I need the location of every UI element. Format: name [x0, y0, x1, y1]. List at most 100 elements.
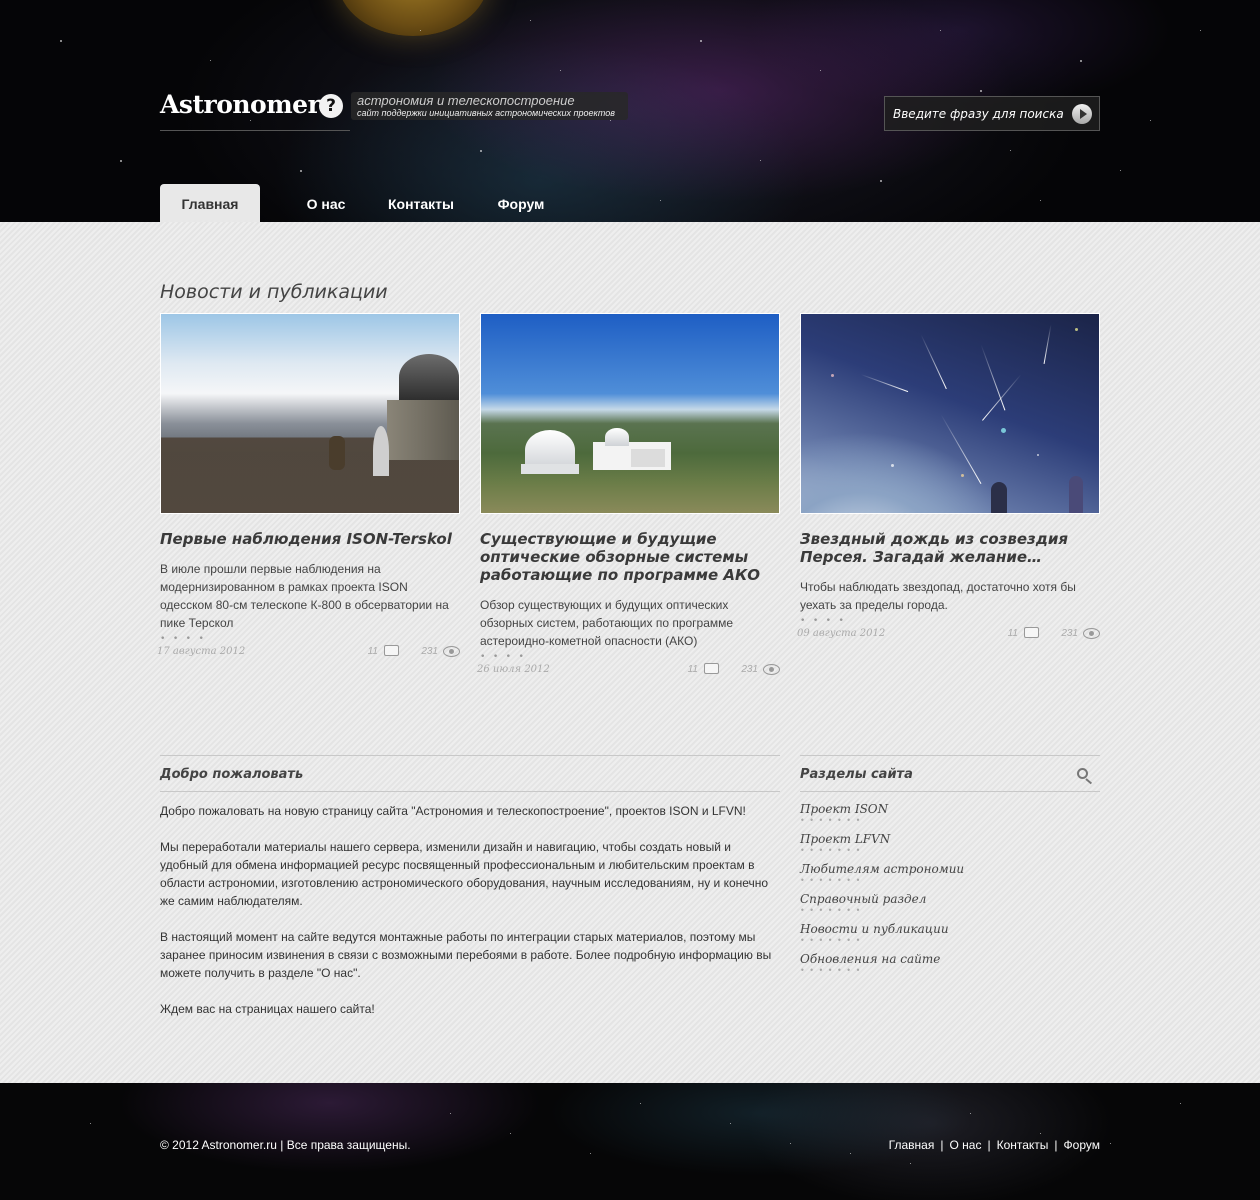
- star-decoration: [1080, 60, 1082, 62]
- welcome-paragraph: Добро пожаловать на новую страницу сайта…: [160, 804, 746, 818]
- star-decoration: [880, 180, 882, 182]
- star-decoration: [760, 160, 761, 161]
- site-logo[interactable]: Astronomer: [160, 90, 321, 119]
- welcome-title: Добро пожаловать: [160, 767, 304, 782]
- star-decoration: [700, 40, 702, 42]
- footer-link-forum[interactable]: Форум: [1064, 1138, 1100, 1152]
- main-content: Новости и публикации Первые наблюдения I…: [0, 222, 1260, 1083]
- news-text: В июле прошли первые наблюдения на модер…: [160, 562, 449, 630]
- search-arrow-icon[interactable]: [1072, 104, 1092, 124]
- star-decoration: [530, 20, 531, 21]
- star-decoration: [60, 40, 62, 42]
- section-link-amateurs[interactable]: Любителям астрономии • • • • • • •: [800, 862, 1100, 892]
- news-title[interactable]: Звездный дождь из созвездия Персея. Зага…: [800, 530, 1100, 566]
- news-image-meteor-shower[interactable]: [800, 313, 1100, 514]
- divider: [160, 755, 780, 756]
- star-decoration: [1040, 200, 1041, 201]
- tagline-sub: сайт поддержки инициативных астрономичес…: [357, 108, 615, 118]
- comments-count: 11: [1007, 628, 1018, 639]
- star-decoration: [560, 70, 561, 71]
- footer-separator: |: [940, 1138, 944, 1152]
- dots-divider: • • • •: [800, 616, 845, 626]
- news-meta: 26 июля 2012 11 231: [477, 663, 780, 682]
- footer-link-contacts[interactable]: Контакты: [997, 1138, 1049, 1152]
- section-link-updates[interactable]: Обновления на сайте • • • • • • •: [800, 952, 1100, 982]
- site-header: Astronomer ? астрономия и телескопострое…: [0, 0, 1260, 222]
- news-image-observatory-domes[interactable]: [480, 313, 780, 514]
- star-decoration: [910, 1163, 911, 1164]
- star-decoration: [820, 70, 821, 71]
- eye-icon: [1083, 628, 1100, 639]
- welcome-paragraph: Ждем вас на страницах нашего сайта!: [160, 1002, 375, 1016]
- site-tagline: астрономия и телескопостроение сайт подд…: [351, 92, 628, 120]
- magnifier-icon[interactable]: [1077, 768, 1088, 779]
- news-text: Чтобы наблюдать звездопад, достаточно хо…: [800, 580, 1076, 612]
- star-decoration: [1040, 1133, 1041, 1134]
- section-link-news[interactable]: Новости и публикации • • • • • • •: [800, 922, 1100, 952]
- dots-divider: • • • •: [480, 652, 525, 662]
- sections-list: Проект ISON • • • • • • • Проект LFVN • • …: [800, 802, 1100, 982]
- search-input[interactable]: [893, 106, 1063, 122]
- divider: [800, 755, 1100, 756]
- comment-bubble-icon[interactable]: [1024, 627, 1039, 638]
- eye-icon: [443, 646, 460, 657]
- star-decoration: [1150, 120, 1151, 121]
- news-card: Первые наблюдения ISON-Terskol В июле пр…: [157, 313, 460, 664]
- news-section-title: Новости и публикации: [160, 281, 388, 303]
- star-decoration: [240, 1143, 241, 1144]
- news-date: 26 июля 2012: [477, 664, 550, 675]
- views-count: 231: [421, 646, 438, 657]
- nav-item-contacts[interactable]: Контакты: [382, 184, 460, 222]
- star-decoration: [210, 60, 211, 61]
- news-card: Существующие и будущие оптические обзорн…: [477, 313, 780, 682]
- comment-bubble-icon[interactable]: [704, 663, 719, 674]
- star-decoration: [660, 200, 661, 201]
- star-decoration: [980, 90, 982, 92]
- logo-underline: [160, 130, 350, 131]
- sections-title: Разделы сайта: [800, 767, 913, 782]
- nav-item-home[interactable]: Главная: [160, 184, 260, 222]
- section-link-lfvn[interactable]: Проект LFVN • • • • • • •: [800, 832, 1100, 862]
- news-meta: 09 августа 2012 11 231: [797, 627, 1100, 646]
- star-decoration: [1200, 30, 1201, 31]
- footer-separator: |: [987, 1138, 991, 1152]
- nav-item-about[interactable]: О нас: [292, 184, 360, 222]
- star-decoration: [1010, 150, 1011, 151]
- news-card: Звездный дождь из созвездия Персея. Зага…: [797, 313, 1100, 646]
- star-decoration: [300, 170, 302, 172]
- section-link-ison[interactable]: Проект ISON • • • • • • •: [800, 802, 1100, 832]
- star-decoration: [850, 1153, 851, 1154]
- star-decoration: [480, 150, 482, 152]
- star-decoration: [450, 1113, 451, 1114]
- star-decoration: [590, 1153, 591, 1154]
- footer-link-home[interactable]: Главная: [889, 1138, 935, 1152]
- star-decoration: [610, 120, 611, 121]
- divider: [800, 791, 1100, 792]
- comment-bubble-icon[interactable]: [384, 645, 399, 656]
- divider: [160, 791, 780, 792]
- news-title[interactable]: Первые наблюдения ISON-Terskol: [160, 530, 460, 548]
- views-count: 231: [1061, 628, 1078, 639]
- star-decoration: [940, 30, 941, 31]
- star-decoration: [970, 1113, 971, 1114]
- star-decoration: [120, 160, 122, 162]
- news-title[interactable]: Существующие и будущие оптические обзорн…: [480, 530, 780, 584]
- news-image-observatory-mountains[interactable]: [160, 313, 460, 514]
- planet-decoration: [338, 0, 488, 36]
- star-decoration: [90, 1123, 91, 1124]
- nav-item-forum[interactable]: Форум: [490, 184, 552, 222]
- star-decoration: [510, 1133, 511, 1134]
- views-count: 231: [741, 664, 758, 675]
- dots-divider: • • • •: [160, 634, 205, 644]
- star-decoration: [1180, 1103, 1181, 1104]
- star-decoration: [250, 120, 251, 121]
- comments-count: 11: [367, 646, 378, 657]
- star-decoration: [420, 30, 421, 31]
- footer-nav: Главная | О нас | Контакты | Форум: [889, 1138, 1100, 1152]
- copyright-text: © 2012 Astronomer.ru | Все права защищен…: [160, 1138, 411, 1152]
- search-box: [884, 96, 1100, 131]
- welcome-paragraph: Мы переработали материалы нашего сервера…: [160, 840, 769, 908]
- footer-link-about[interactable]: О нас: [949, 1138, 981, 1152]
- section-link-reference[interactable]: Справочный раздел • • • • • • •: [800, 892, 1100, 922]
- tagline-main: астрономия и телескопостроение: [357, 93, 575, 108]
